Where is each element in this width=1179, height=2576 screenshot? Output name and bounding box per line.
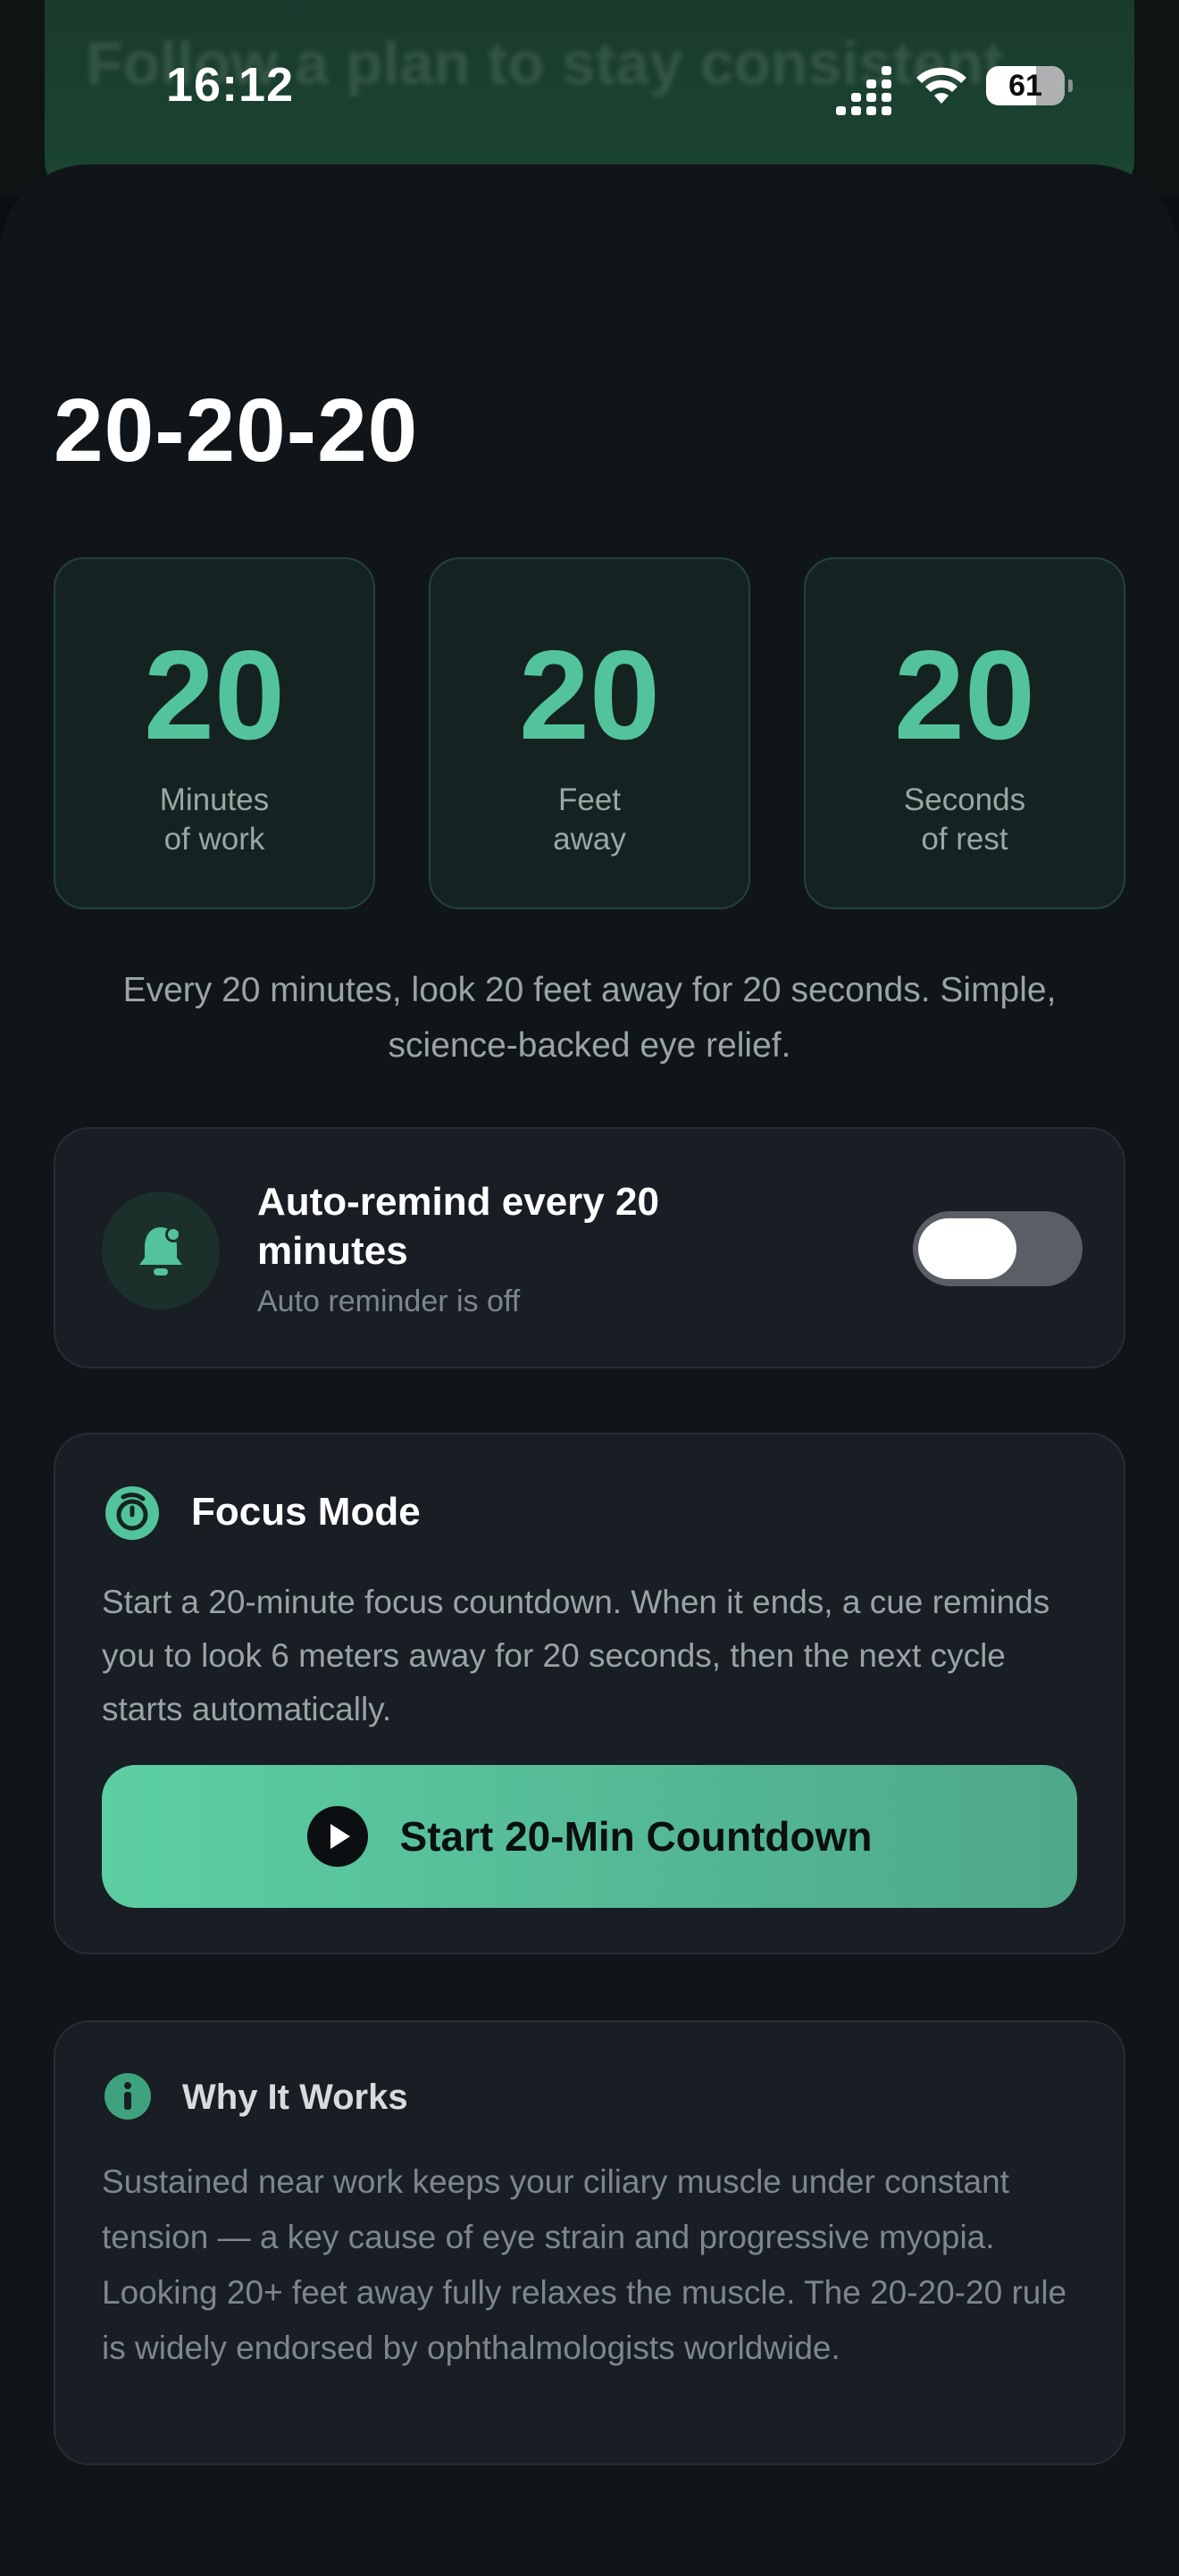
tile-label: Seconds of rest [806, 781, 1124, 859]
tile-label: Minutes of work [55, 781, 373, 859]
tile-seconds: 20 Seconds of rest [804, 557, 1125, 909]
bell-icon-badge [102, 1192, 220, 1309]
tile-number: 20 [144, 624, 285, 766]
rule-description: Every 20 minutes, look 20 feet away for … [122, 971, 1057, 1065]
tile-label-line2: away [553, 822, 626, 857]
tile-minutes: 20 Minutes of work [54, 557, 375, 909]
tile-label-line1: Seconds [903, 782, 1026, 817]
timer-icon [105, 1486, 159, 1540]
tile-feet: 20 Feet away [429, 557, 750, 909]
wifi-icon [916, 67, 966, 104]
toggle-knob [918, 1218, 1016, 1279]
why-it-works-card: Why It Works Sustained near work keeps y… [54, 2020, 1125, 2465]
tile-label-line2: of work [163, 822, 265, 857]
info-icon [105, 2073, 151, 2120]
cellular-signal-icon [836, 66, 891, 115]
battery-icon: 61 [986, 66, 1073, 105]
status-bar: 16:12 61 [0, 0, 1179, 170]
why-it-works-title: Why It Works [182, 2078, 408, 2117]
tile-number: 20 [894, 624, 1035, 766]
tile-label-line2: of rest [921, 822, 1008, 857]
tile-label-line1: Minutes [159, 782, 270, 817]
start-countdown-label: Start 20-Min Countdown [399, 1813, 873, 1860]
tile-number: 20 [519, 624, 660, 766]
auto-remind-status: Auto reminder is off [257, 1284, 521, 1318]
play-icon [306, 1806, 368, 1867]
tile-label-line1: Feet [557, 782, 622, 817]
auto-remind-title: Auto-remind every 20 minutes [257, 1180, 659, 1273]
focus-mode-description: Start a 20-minute focus countdown. When … [102, 1584, 1050, 1727]
focus-mode-title: Focus Mode [191, 1490, 421, 1534]
auto-remind-toggle[interactable] [913, 1211, 1083, 1286]
auto-remind-card: Auto-remind every 20 minutes Auto remind… [54, 1127, 1125, 1368]
start-countdown-button[interactable]: Start 20-Min Countdown [102, 1765, 1077, 1908]
bell-icon [139, 1226, 182, 1275]
page-title: 20-20-20 [54, 381, 419, 481]
status-time: 16:12 [166, 58, 295, 112]
focus-mode-card: Focus Mode Start a 20-minute focus count… [54, 1433, 1125, 1954]
battery-level: 61 [1008, 69, 1042, 103]
why-it-works-body: Sustained near work keeps your ciliary m… [102, 2163, 1067, 2366]
tile-label: Feet away [431, 781, 748, 859]
